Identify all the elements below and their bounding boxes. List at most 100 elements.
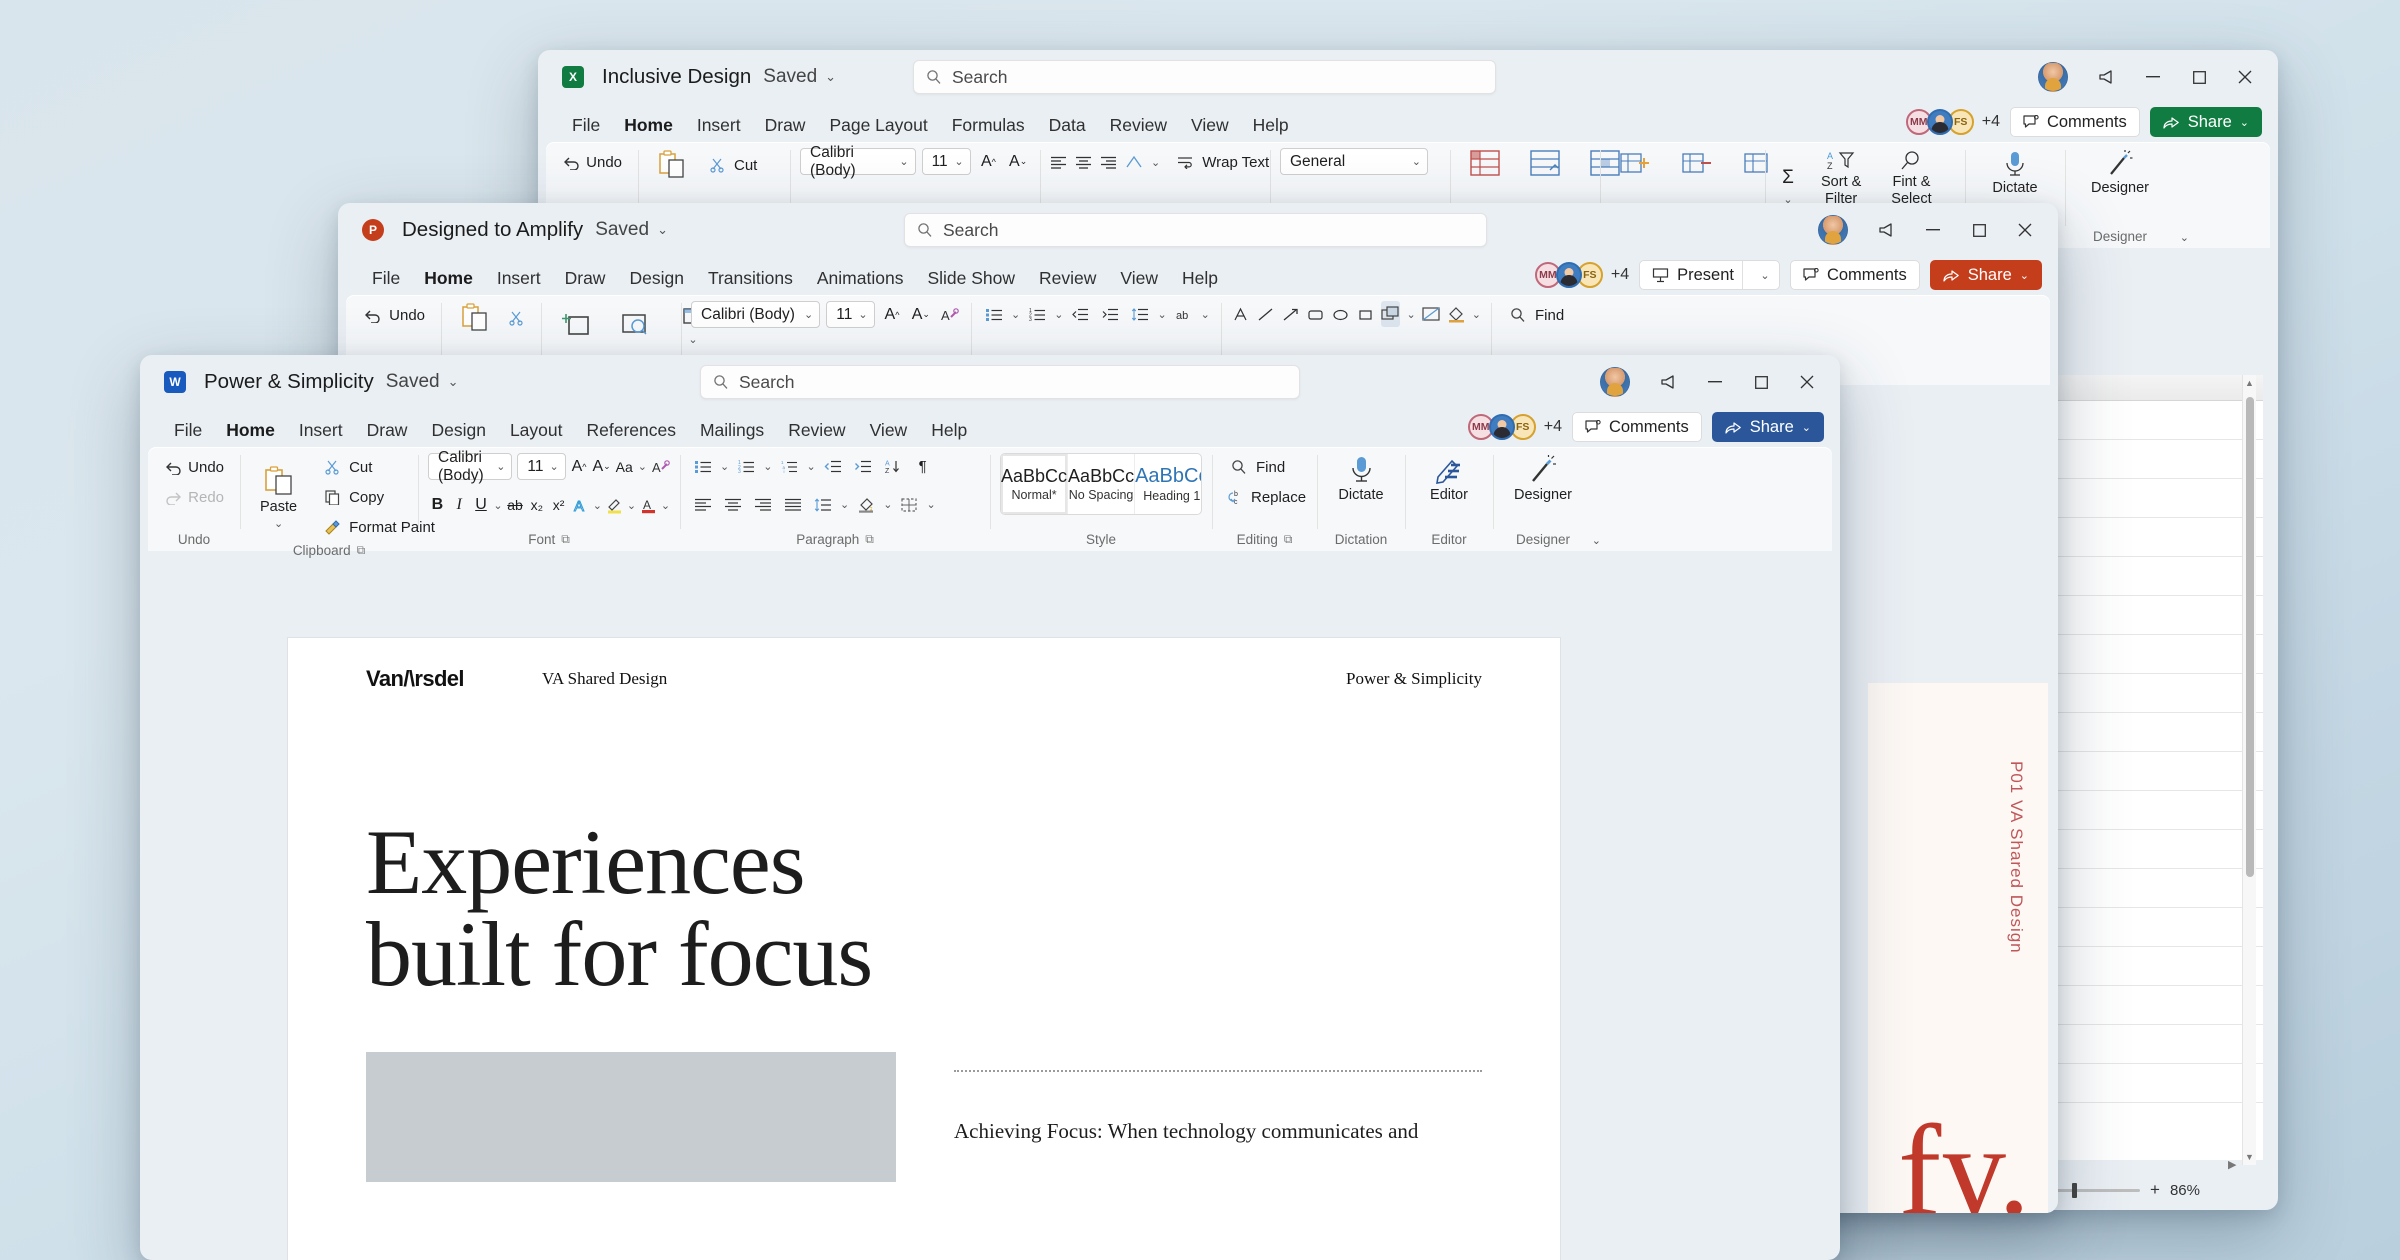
tab-view[interactable]: View [1108,263,1170,293]
word-font-dialog-launcher[interactable]: ⧉ [561,532,570,547]
powerpoint-new-slide-button[interactable] [551,309,601,341]
excel-vertical-scrollbar[interactable]: ▲ ▼ [2242,375,2256,1165]
tab-home[interactable]: Home [214,415,287,445]
word-editing-dialog-launcher[interactable]: ⧉ [1284,532,1293,547]
maximize-button[interactable] [2176,57,2222,97]
word-numbering-button[interactable]: 123 [733,453,759,479]
word-borders-button[interactable] [896,492,922,518]
tab-design[interactable]: Design [419,415,497,445]
style-no-spacing[interactable]: AaBbCc No Spacing [1068,454,1135,514]
word-decrease-font-size-button[interactable]: A⌄ [592,454,610,480]
excel-zoom-slider-knob[interactable] [2072,1183,2077,1198]
excel-share-chevron-down-icon[interactable]: ⌄ [2240,116,2249,129]
word-strikethrough-button[interactable]: ab [506,492,525,518]
style-normal[interactable]: AaBbCc Normal* [1001,454,1068,514]
powerpoint-paste-button[interactable] [451,301,499,335]
word-editor-button[interactable]: Editor [1420,453,1478,505]
word-user-avatar[interactable] [1600,367,1630,397]
word-sort-button[interactable]: AZ [880,453,906,479]
excel-align-left-button[interactable] [1050,149,1067,175]
word-window[interactable]: W Power & Simplicity Saved ⌄ Search [140,355,1840,1260]
megaphone-icon[interactable] [2084,57,2130,97]
word-increase-indent-button[interactable] [850,453,876,479]
chevron-down-icon[interactable]: ⌄ [493,499,502,512]
tab-draw[interactable]: Draw [553,263,618,293]
powerpoint-increase-indent-button[interactable] [1097,301,1123,327]
word-undo-button[interactable]: Undo [158,453,230,481]
tab-help[interactable]: Help [1241,110,1301,140]
tab-help[interactable]: Help [1170,263,1230,293]
minimize-button[interactable] [2130,57,2176,97]
excel-zoom-in-button[interactable]: + [2150,1180,2160,1200]
excel-zoom-level[interactable]: 86% [2170,1182,2200,1199]
word-document-page[interactable]: Van/\rsdel VA Shared Design Power & Simp… [288,638,1560,1260]
excel-align-center-button[interactable] [1075,149,1092,175]
excel-paste-button[interactable] [648,148,696,182]
word-replace-button[interactable]: bc Replace [1222,483,1307,511]
word-multilevel-list-button[interactable]: 1ai [776,453,802,479]
powerpoint-decrease-font-size-button[interactable]: A⌄ [909,302,932,328]
excel-saved-chevron-down-icon[interactable]: ⌄ [825,69,836,85]
word-collaborator-avatars[interactable]: MM FS +4 [1468,414,1562,440]
powerpoint-comments-button[interactable]: Comments [1790,260,1920,290]
chevron-down-icon[interactable]: ⌄ [1201,308,1210,321]
powerpoint-bullets-button[interactable] [981,301,1007,327]
word-decrease-indent-button[interactable] [820,453,846,479]
chevron-down-icon[interactable]: ⌄ [763,460,772,473]
excel-number-format-select[interactable]: General ⌄ [1280,148,1428,175]
word-dictate-button[interactable]: Dictate [1328,453,1393,505]
excel-comments-button[interactable]: Comments [2010,107,2140,137]
word-designer-button[interactable]: Designer [1504,453,1582,505]
tab-review[interactable]: Review [776,415,857,445]
powerpoint-present-chevron-down-icon[interactable]: ⌄ [1751,261,1779,289]
word-bold-button[interactable]: B [428,492,447,518]
tab-slide-show[interactable]: Slide Show [915,263,1027,293]
excel-saved-status[interactable]: Saved [763,66,817,88]
powerpoint-numbering-button[interactable]: 123 [1024,301,1050,327]
tab-insert[interactable]: Insert [685,110,753,140]
excel-horizontal-scroll-right-icon[interactable]: ▶ [2228,1158,2236,1171]
powerpoint-shape-arrow-icon[interactable] [1281,301,1300,327]
excel-collaborator-avatars[interactable]: MM FS +4 [1906,109,2000,135]
maximize-button[interactable] [1956,210,2002,250]
powerpoint-shape-oval-icon[interactable] [1331,301,1350,327]
powerpoint-shape-line-icon[interactable] [1256,301,1275,327]
chevron-down-icon[interactable]: ⌄ [926,498,935,511]
powerpoint-undo-button[interactable]: Undo [356,301,431,329]
word-share-button[interactable]: Share ⌄ [1712,412,1824,442]
word-shading-button[interactable] [853,492,879,518]
tab-layout[interactable]: Layout [498,415,575,445]
excel-format-as-table-button[interactable] [1520,148,1570,178]
excel-ribbon-collapse-chevron-icon[interactable]: ⌄ [2180,231,2189,244]
excel-decrease-font-size-button[interactable]: A⌄ [1006,149,1030,175]
powerpoint-share-chevron-down-icon[interactable]: ⌄ [2020,269,2029,282]
excel-dictate-button[interactable]: Dictate [1982,148,2047,198]
megaphone-icon[interactable] [1646,362,1692,402]
excel-font-size-select[interactable]: 11 ⌄ [922,148,971,175]
word-align-center-button[interactable] [720,492,746,518]
scroll-up-arrow-icon[interactable]: ▲ [2243,375,2256,391]
excel-wrap-text-button[interactable]: Wrap Text [1168,148,1275,176]
scroll-down-arrow-icon[interactable]: ▼ [2243,1149,2256,1165]
excel-scrollbar-thumb[interactable] [2246,397,2254,877]
chevron-down-icon[interactable]: ⌄ [1054,308,1063,321]
powerpoint-text-direction-button[interactable]: ab [1171,301,1197,327]
chevron-down-icon[interactable]: ⌄ [274,517,283,530]
minimize-button[interactable] [1910,210,1956,250]
word-search-input[interactable]: Search [700,365,1300,399]
word-paragraph-dialog-launcher[interactable]: ⧉ [865,532,874,547]
close-button[interactable] [2222,57,2268,97]
tab-design[interactable]: Design [617,263,695,293]
tab-view[interactable]: View [858,415,920,445]
excel-cut-button[interactable]: Cut [700,151,763,179]
tab-insert[interactable]: Insert [287,415,355,445]
powerpoint-decrease-indent-button[interactable] [1067,301,1093,327]
powerpoint-saved-chevron-down-icon[interactable]: ⌄ [657,222,668,238]
word-font-size-select[interactable]: 11 ⌄ [517,453,565,480]
word-bullets-button[interactable] [690,453,716,479]
word-text-highlight-button[interactable] [605,492,624,518]
word-align-right-button[interactable] [750,492,776,518]
word-redo-button[interactable]: Redo [158,483,230,511]
excel-autosum-button[interactable]: Σ [1775,165,1801,191]
powerpoint-user-avatar[interactable] [1818,215,1848,245]
